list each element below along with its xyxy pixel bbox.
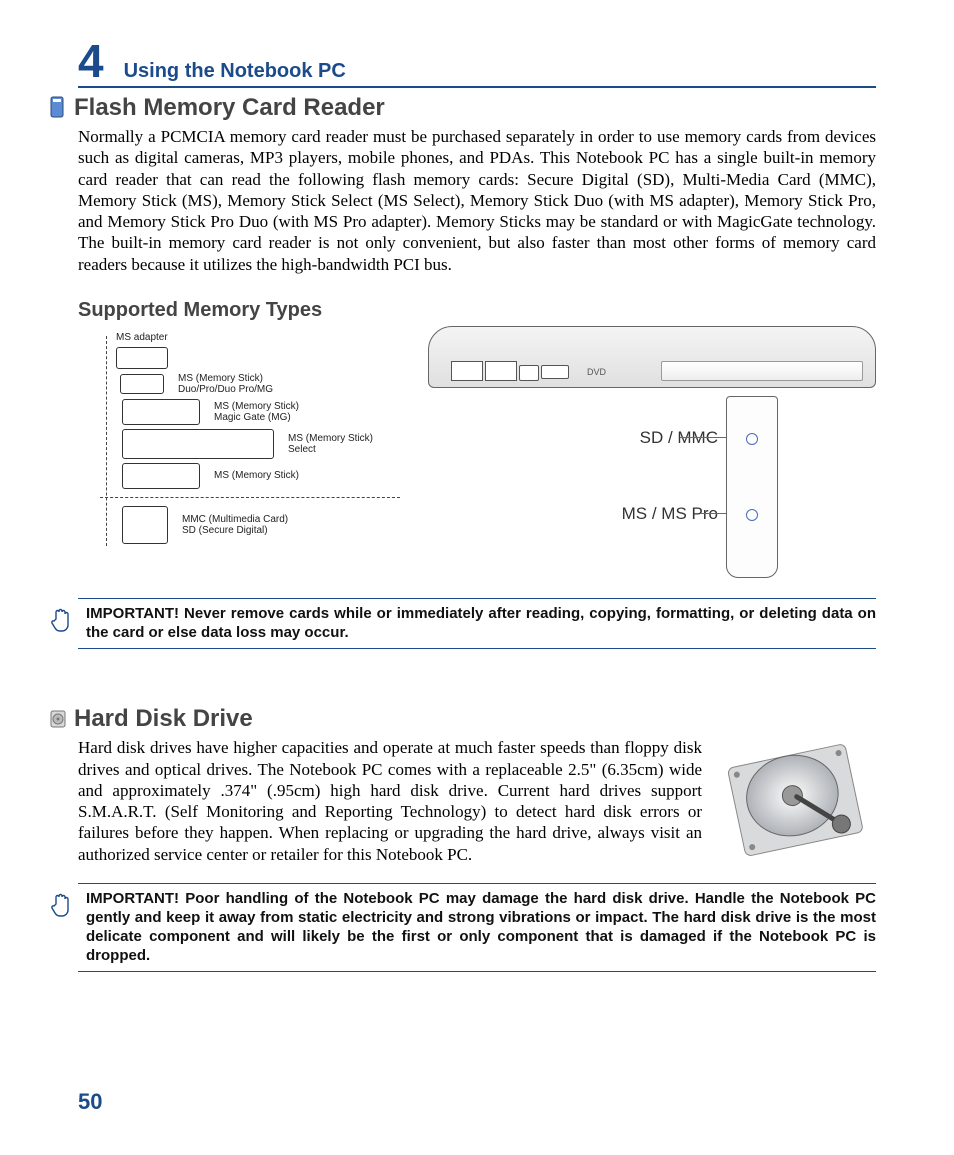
important-1-text: IMPORTANT! Never remove cards while or i… <box>86 605 876 643</box>
chapter-title: Using the Notebook PC <box>124 60 346 83</box>
memory-types-diagram: MS adapter MS (Memory Stick) Duo/Pro/Duo… <box>78 326 876 578</box>
hand-stop-icon <box>50 892 74 920</box>
supported-types-heading: Supported Memory Types <box>78 299 876 322</box>
sd-mmc-label: MMC (Multimedia Card) SD (Secure Digital… <box>182 514 288 536</box>
hand-stop-icon <box>50 607 74 635</box>
important-callout-1: IMPORTANT! Never remove cards while or i… <box>78 598 876 650</box>
ms-select-label: MS (Memory Stick) Select <box>288 433 373 455</box>
dvd-label: DVD <box>587 367 606 377</box>
card-slot-front <box>726 396 778 578</box>
ms-shape <box>122 463 200 489</box>
ms-adapter-label: MS adapter <box>116 332 418 343</box>
sd-mmc-slot-label: SD / MMC <box>568 428 718 448</box>
ms-mg-shape <box>122 399 200 425</box>
ms-slot-label: MS / MS Pro <box>568 504 718 524</box>
hdd-body-text: Hard disk drives have higher capacities … <box>78 737 702 865</box>
flash-body-text: Normally a PCMCIA memory card reader mus… <box>78 126 876 275</box>
memory-card-icon <box>50 96 66 120</box>
hard-disk-image <box>716 733 876 873</box>
important-2-text: IMPORTANT! Poor handling of the Notebook… <box>86 890 876 965</box>
laptop-side-view: DVD <box>428 326 876 388</box>
ms-select-shape <box>122 429 274 459</box>
hdd-icon <box>50 707 66 731</box>
ms-duo-shape <box>120 374 164 394</box>
important-callout-2: IMPORTANT! Poor handling of the Notebook… <box>78 883 876 972</box>
page-number: 50 <box>78 1089 102 1115</box>
chapter-number: 4 <box>78 38 104 84</box>
section-title-hdd: Hard Disk Drive <box>74 705 253 733</box>
section-title-flash: Flash Memory Card Reader <box>74 94 385 122</box>
ms-label: MS (Memory Stick) <box>214 470 299 481</box>
ms-adapter-shape <box>116 347 168 369</box>
sd-mmc-shape <box>122 506 168 544</box>
chapter-header: 4 Using the Notebook PC <box>78 38 876 88</box>
ms-mg-label: MS (Memory Stick) Magic Gate (MG) <box>214 401 299 423</box>
ms-duo-label: MS (Memory Stick) Duo/Pro/Duo Pro/MG <box>178 373 273 395</box>
